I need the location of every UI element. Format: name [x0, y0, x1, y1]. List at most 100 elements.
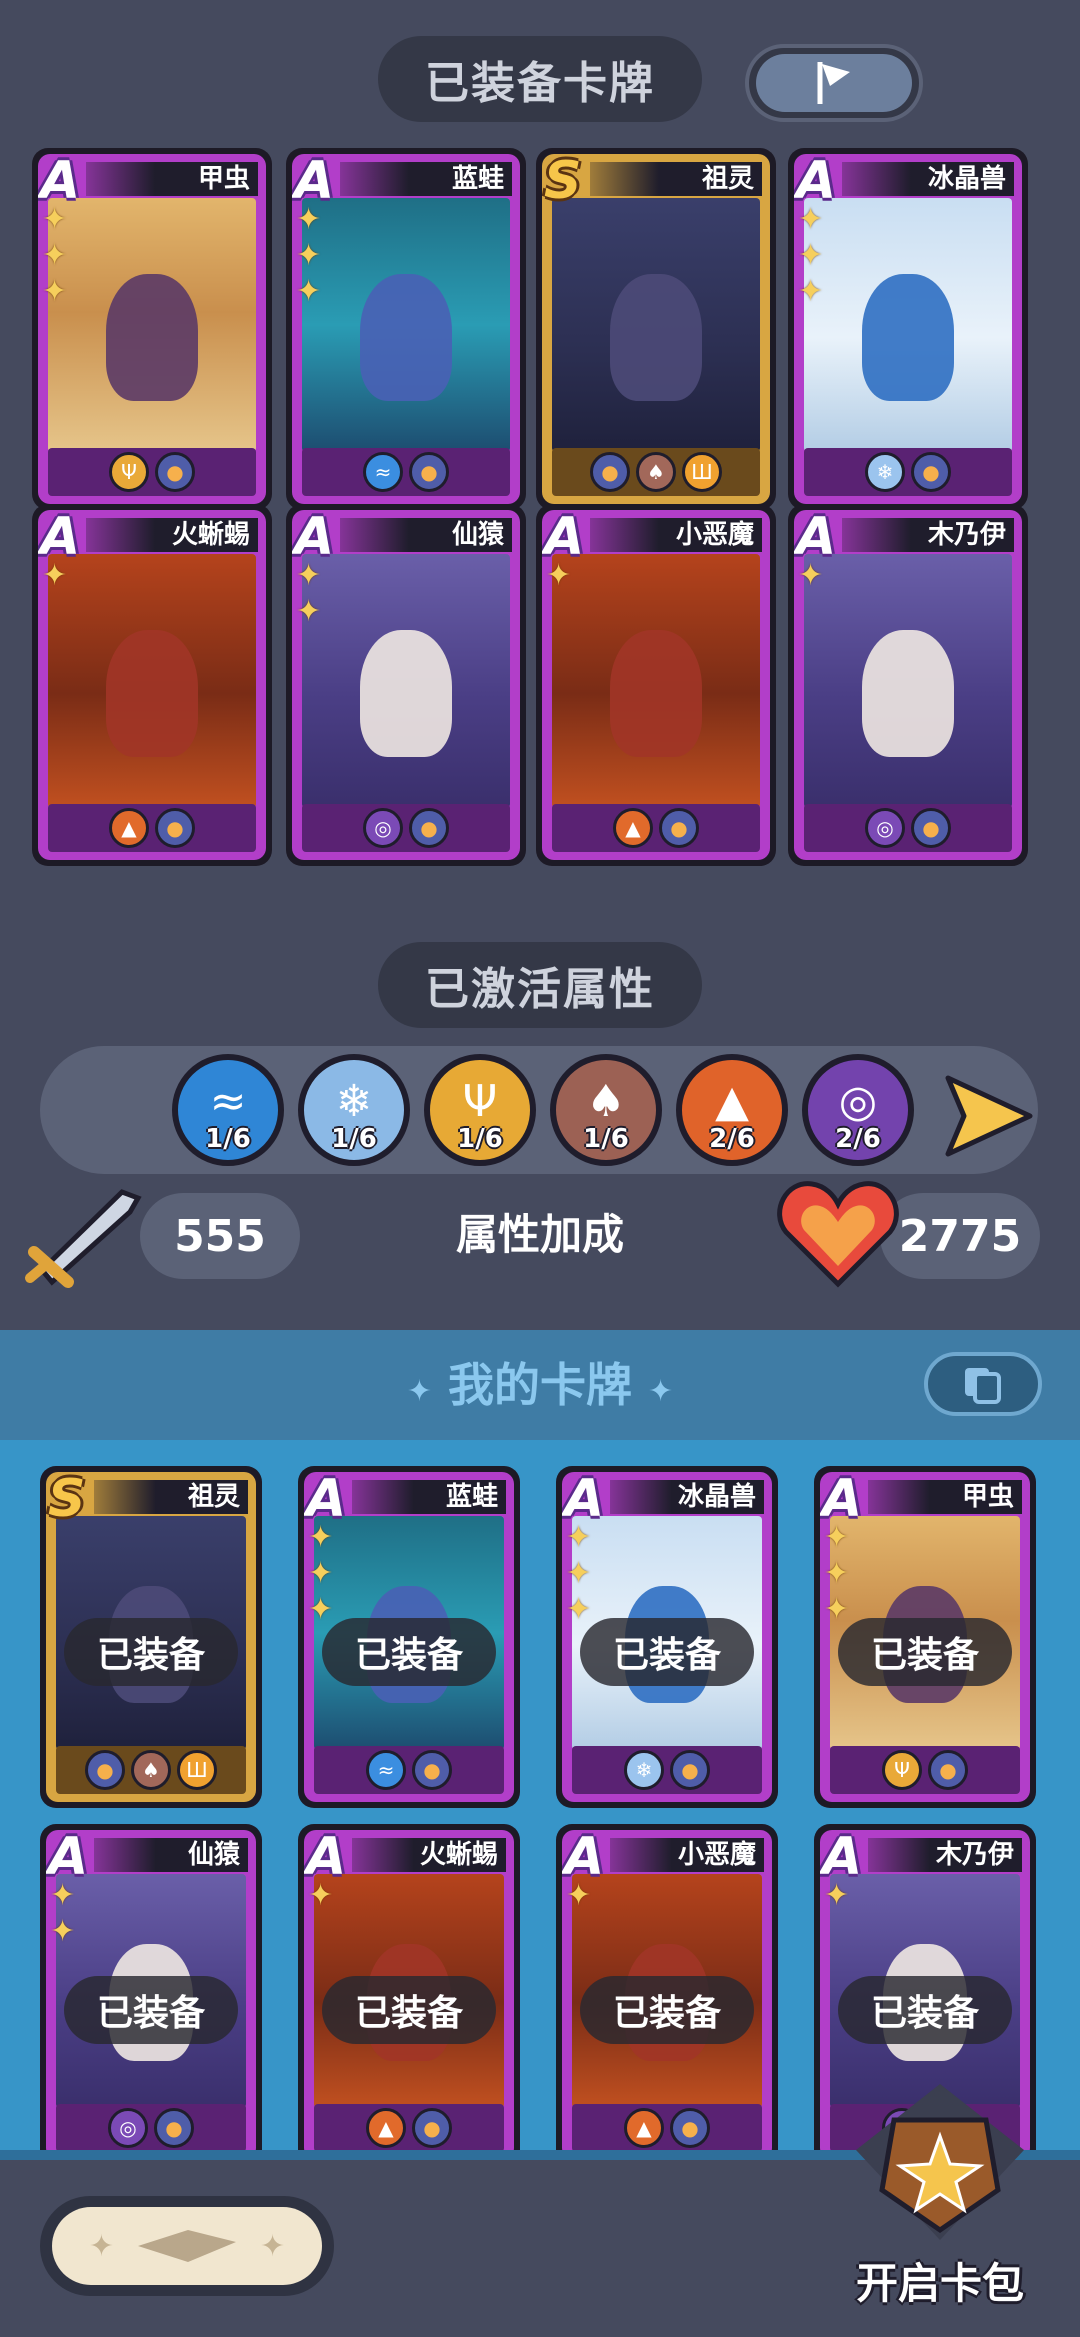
card-grade: A [544, 510, 585, 567]
star-icon: ✦ [308, 1556, 334, 1591]
card-name: 蓝蛙 [352, 1480, 506, 1514]
equipped-status-label: 已装备 [322, 1976, 496, 2044]
active-attributes-title: 已激活属性 [378, 942, 702, 1028]
card-frame: 蓝蛙 A ✦ ✦ ✦ ≈ ● [292, 154, 520, 504]
card-art [302, 198, 510, 452]
card[interactable]: 小恶魔 A ✦ ▲ ● 已装备 [556, 1824, 778, 2166]
heart-icon [777, 1181, 899, 1288]
card-frame: 祖灵 S ● ♠ Ш 已装备 [46, 1472, 256, 1802]
attribute-cactus[interactable]: Ψ 1/6 [424, 1054, 536, 1166]
card-name: 冰晶兽 [842, 162, 1014, 196]
star-icon: ✦ [42, 202, 68, 237]
creature-figure [610, 274, 702, 402]
equipped-status-label: 已装备 [64, 1618, 238, 1686]
equipped-status-label: 已装备 [838, 1618, 1012, 1686]
attribute-swirl[interactable]: ◎ 2/6 [802, 1054, 914, 1166]
attribute-count: 1/6 [583, 1124, 629, 1154]
paw-icon: ● [412, 2108, 452, 2148]
cactus-icon: Ψ [109, 452, 149, 492]
card[interactable]: 蓝蛙 A ✦ ✦ ✦ ≈ ● 已装备 [298, 1466, 520, 1808]
attribute-water[interactable]: ≈1/6 [172, 1054, 284, 1166]
card[interactable]: 祖灵 S ● ♠ Ш 已装备 [40, 1466, 262, 1808]
card[interactable]: 冰晶兽 A ✦ ✦ ✦ ❄ ● 已装备 [556, 1466, 778, 1808]
card[interactable]: 小恶魔 A ✦ ▲ ● [536, 504, 776, 866]
card-view-toggle-button[interactable] [924, 1352, 1042, 1416]
card-stars: ✦ ✦ ✦ [42, 204, 74, 308]
card[interactable]: 甲虫 A ✦ ✦ ✦ Ψ ● [32, 148, 272, 510]
open-pack-button[interactable]: 开启卡包 [840, 2080, 1040, 2330]
equipped-status-label: 已装备 [580, 1976, 754, 2044]
card-tags: ◎● [302, 804, 510, 852]
paw-icon: ● [590, 452, 630, 492]
back-button[interactable]: ✦ ✦ [40, 2196, 334, 2296]
card-name: 甲虫 [868, 1480, 1022, 1514]
card-grade: A [40, 154, 81, 211]
card-art [552, 554, 760, 808]
my-cards-title-text: 我的卡牌 [448, 1358, 632, 1412]
card-frame: 蓝蛙 A ✦ ✦ ✦ ≈ ● 已装备 [304, 1472, 514, 1802]
card-stars: ✦ ✦ ✦ [566, 1522, 598, 1626]
card[interactable]: 仙猿 A ✦ ✦ ◎ ● [286, 504, 526, 866]
card-name: 小恶魔 [610, 1838, 764, 1872]
card[interactable]: 蓝蛙 A ✦ ✦ ✦ ≈ ● [286, 148, 526, 510]
star-icon: ✦ [308, 1878, 334, 1913]
star-icon: ✦ [308, 1520, 334, 1555]
attribute-ice[interactable]: ❄ 1/6 [298, 1054, 410, 1166]
cactus-icon: Ψ [462, 1075, 498, 1127]
card-art [302, 554, 510, 808]
star-icon: ✦ [566, 1592, 592, 1627]
card[interactable]: 甲虫 A ✦ ✦ ✦ Ψ ● 已装备 [814, 1466, 1036, 1808]
fire-icon: ▲ [715, 1075, 749, 1127]
card-stars: ✦ ✦ ✦ [824, 1522, 856, 1626]
attribute-bonus-label: 属性加成 [455, 1210, 624, 1259]
ice-icon: ❄ [865, 452, 905, 492]
card-pack-icon [856, 2084, 1024, 2240]
card-grade: A [306, 1472, 347, 1529]
paw-icon: ● [409, 808, 449, 848]
card[interactable]: 木乃伊 A ✦ ◎ ● [788, 504, 1028, 866]
card-grade: S [48, 1472, 86, 1529]
card-art [552, 198, 760, 452]
paw-icon: ● [659, 808, 699, 848]
star-icon: ✦ [824, 1592, 850, 1627]
card-stars: ✦ [566, 1880, 598, 1912]
squid-icon: ♠ [131, 1750, 171, 1790]
card-name: 火蜥蜴 [86, 518, 258, 552]
card-name: 甲虫 [86, 162, 258, 196]
paw-icon: ● [85, 1750, 125, 1790]
card-art [804, 554, 1012, 808]
creature-figure [610, 630, 702, 758]
card[interactable]: 冰晶兽 A ✦ ✦ ✦ ❄ ● [788, 148, 1028, 510]
card-name: 木乃伊 [842, 518, 1014, 552]
card-tags: ◎● [804, 804, 1012, 852]
card-grade: A [564, 1472, 605, 1529]
star-icon: ✦ [798, 274, 824, 309]
attribute-fire[interactable]: ▲ 2/6 [676, 1054, 788, 1166]
ice-icon: ❄ [335, 1075, 373, 1127]
equipped-status-label: 已装备 [64, 1976, 238, 2044]
flag-button[interactable] [745, 44, 923, 122]
card-frame: 祖灵 S ● ♠ Ш [542, 154, 770, 504]
card-tags: ❄ ● [804, 448, 1012, 496]
card[interactable]: 火蜥蜴 A ✦ ▲ ● 已装备 [298, 1824, 520, 2166]
card-frame: 小恶魔 A ✦ ▲ ● 已装备 [562, 1830, 772, 2160]
card[interactable]: 火蜥蜴 A ✦ ▲ ● [32, 504, 272, 866]
card-grade: A [822, 1472, 863, 1529]
swirl-icon: ◎ [363, 808, 403, 848]
card[interactable]: 祖灵 S ● ♠ Ш [536, 148, 776, 510]
sparkle-left-icon: ✦ [406, 1374, 432, 1409]
cactus-icon: Ψ [882, 1750, 922, 1790]
card-stars: ✦ ✦ ✦ [296, 204, 328, 308]
attribute-squid[interactable]: ♠ 1/6 [550, 1054, 662, 1166]
card-stars: ✦ [42, 560, 74, 592]
next-arrow-icon[interactable] [940, 1068, 1036, 1164]
card-art [48, 198, 256, 452]
attribute-count: 1/6 [331, 1124, 377, 1154]
card-stars: ✦ ✦ [50, 1880, 82, 1948]
card-frame: 小恶魔 A ✦ ▲ ● [542, 510, 770, 860]
creature-figure [862, 630, 954, 758]
card-grade: A [822, 1830, 863, 1887]
card[interactable]: 仙猿 A ✦ ✦ ◎ ● 已装备 [40, 1824, 262, 2166]
card-tags: ● ♠ Ш [552, 448, 760, 496]
card-tags: ◎● [56, 2104, 246, 2152]
